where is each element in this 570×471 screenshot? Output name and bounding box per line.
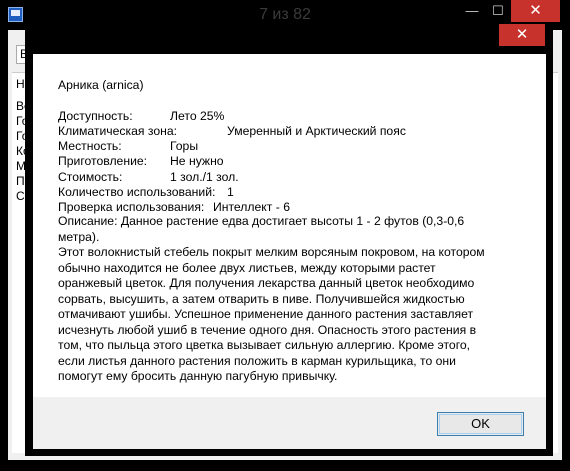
cost-value: 1 зол./1 зол.	[170, 170, 239, 184]
uses-value: 1	[227, 185, 234, 199]
minimize-button[interactable]: —	[459, 0, 485, 22]
availability-value: Лето 25%	[170, 109, 225, 123]
uses-label: Количество использований:	[58, 185, 216, 199]
cost-label: Стоимость:	[58, 170, 123, 184]
dialog-footer: OK	[33, 397, 546, 449]
preparation-value: Не нужно	[170, 154, 224, 168]
terrain-value: Горы	[170, 139, 199, 153]
terrain-label: Местность:	[58, 139, 122, 153]
availability-label: Доступность:	[58, 109, 133, 123]
herb-details-dialog: ✕ Арника (arnica) Доступность: Лето 25% …	[25, 24, 553, 456]
preparation-label: Приготовление:	[58, 154, 148, 168]
main-close-button[interactable]: ✕	[511, 0, 560, 22]
check-label: Проверка использования:	[58, 200, 205, 214]
ok-button[interactable]: OK	[437, 412, 524, 436]
herb-description: Описание: Данное растение едва достигает…	[58, 214, 485, 383]
check-value: Интеллект - 6	[213, 200, 290, 214]
dialog-close-button[interactable]: ✕	[499, 24, 545, 46]
herb-name: Арника (arnica)	[58, 78, 144, 92]
maximize-button[interactable]: ☐	[485, 0, 511, 22]
climate-label: Климатическая зона:	[58, 124, 178, 138]
climate-value: Умеренный и Арктический пояс	[227, 124, 406, 138]
dialog-client-area: Арника (arnica) Доступность: Лето 25% Кл…	[33, 54, 546, 449]
